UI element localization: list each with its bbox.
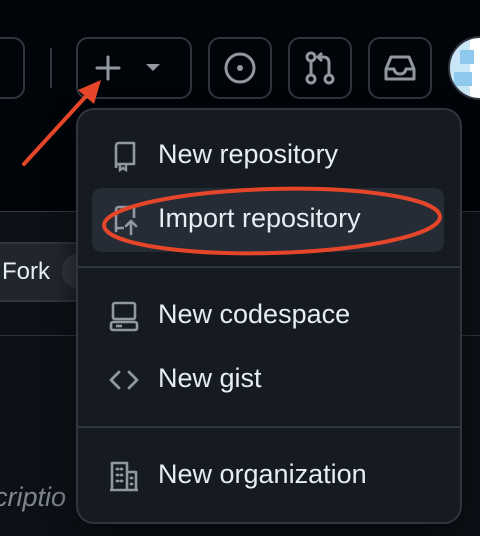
create-new-button[interactable]: [76, 37, 192, 99]
menu-item-label: New organization: [158, 459, 367, 489]
menu-item-label: Import repository: [158, 203, 361, 233]
organization-icon: [110, 461, 138, 492]
menu-item-label: New codespace: [158, 299, 351, 329]
search-input[interactable]: [0, 37, 25, 99]
menu-item-label: New gist: [158, 363, 262, 393]
git-pull-request-icon: [305, 51, 335, 85]
menu-divider: [78, 266, 460, 268]
codespaces-icon: [109, 301, 139, 332]
plus-icon: [95, 55, 121, 81]
issue-opened-icon: [224, 52, 256, 84]
menu-item-import-repository[interactable]: Import repository: [92, 188, 444, 252]
code-icon: [109, 370, 139, 390]
create-new-menu: New repository Import repository New cod…: [76, 108, 462, 524]
inbox-button[interactable]: [368, 37, 432, 99]
header-separator: [50, 48, 52, 88]
issues-button[interactable]: [208, 37, 272, 99]
github-page: Fork criptio New repository Import repos…: [0, 0, 480, 536]
fork-label: Fork: [2, 258, 50, 285]
repo-push-icon: [114, 205, 138, 236]
description-fragment: criptio: [0, 482, 67, 512]
menu-item-new-gist[interactable]: New gist: [92, 348, 444, 412]
triangle-down-icon: [146, 64, 160, 71]
menu-item-new-organization[interactable]: New organization: [92, 444, 444, 508]
menu-item-label: New repository: [158, 139, 339, 169]
pull-requests-button[interactable]: [288, 37, 352, 99]
menu-divider: [78, 426, 460, 428]
inbox-icon: [384, 55, 416, 81]
menu-item-new-codespace[interactable]: New codespace: [92, 284, 444, 348]
menu-item-new-repository[interactable]: New repository: [92, 124, 444, 188]
repo-icon: [114, 141, 136, 172]
